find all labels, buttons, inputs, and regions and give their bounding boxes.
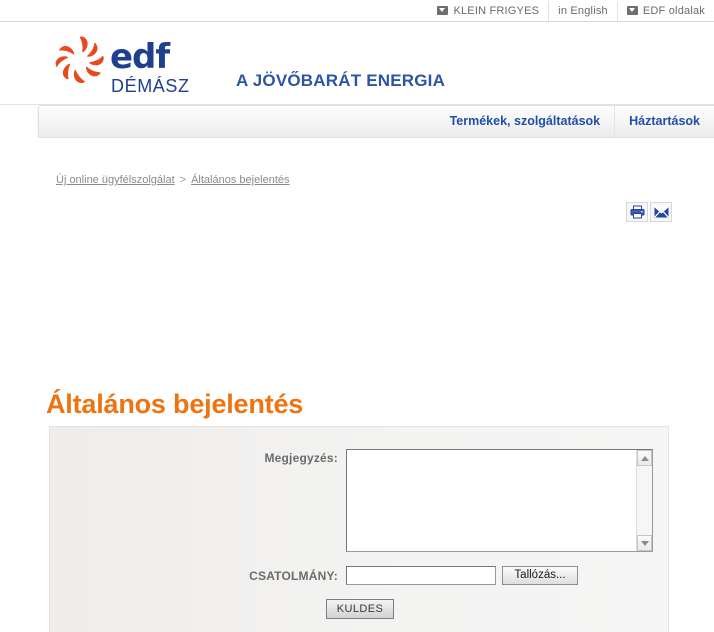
topbar-item-label: in English xyxy=(558,4,608,17)
page-title: Általános bejelentés xyxy=(46,389,304,420)
mail-button[interactable] xyxy=(650,202,672,222)
topbar-item-edf-sites[interactable]: EDF oldalak xyxy=(616,0,714,21)
edf-sunburst-icon xyxy=(55,36,104,84)
topbar-item-user[interactable]: KLEIN FRIGYES xyxy=(428,1,548,21)
nav-item-households[interactable]: Háztartások xyxy=(614,106,714,137)
dropdown-icon xyxy=(626,6,638,15)
page-content: Új online ügyfélszolgálat > Általános beje… xyxy=(0,138,714,632)
submit-row: KULDES xyxy=(50,599,670,619)
nav-item-products[interactable]: Termékek, szolgáltatások xyxy=(436,106,615,137)
breadcrumb-link-home[interactable]: Új online ügyfélszolgálat xyxy=(56,174,175,186)
attachment-row: CSATOLMÁNY: Tallózás... xyxy=(50,566,670,585)
attachment-input[interactable] xyxy=(346,566,496,585)
breadcrumb-link-current[interactable]: Általános bejelentés xyxy=(191,174,289,186)
scroll-up-button[interactable] xyxy=(637,450,652,466)
edf-demasz-logo[interactable]: edf DÉMÁSZ xyxy=(52,32,217,96)
topbar-item-label: EDF oldalak xyxy=(642,4,705,17)
comment-label: Megjegyzés: xyxy=(264,451,338,465)
breadcrumb-separator: > xyxy=(179,174,187,186)
brand-tagline: A JÖVŐBARÁT ENERGIA xyxy=(236,71,446,90)
page-tools xyxy=(626,202,672,222)
top-utility-bar: KLEIN FRIGYES in English EDF oldalak xyxy=(0,0,714,22)
chevron-up-icon xyxy=(640,455,649,461)
breadcrumb: Új online ügyfélszolgálat > Általános beje… xyxy=(56,174,290,186)
header-logo-band: edf DÉMÁSZ A JÖVŐBARÁT ENERGIA xyxy=(0,22,714,105)
browse-button[interactable]: Tallózás... xyxy=(502,566,578,585)
chevron-down-icon xyxy=(640,540,649,546)
logo-wordmark: edf xyxy=(110,37,170,77)
topbar-item-label: KLEIN FRIGYES xyxy=(453,4,540,17)
topbar-item-language[interactable]: in English xyxy=(548,0,617,21)
main-navigation: Termékek, szolgáltatások Háztartások xyxy=(38,105,714,138)
print-icon xyxy=(630,205,644,219)
dropdown-icon xyxy=(437,6,449,15)
form-panel: Megjegyzés: CSATOLMÁNY: Tallózás... KULD… xyxy=(49,426,669,632)
attachment-label: CSATOLMÁNY: xyxy=(249,568,338,583)
logo-subtitle: DÉMÁSZ xyxy=(111,76,190,96)
print-button[interactable] xyxy=(626,202,648,222)
scroll-down-button[interactable] xyxy=(637,535,652,551)
submit-button[interactable]: KULDES xyxy=(325,599,395,619)
mail-icon xyxy=(653,206,669,218)
